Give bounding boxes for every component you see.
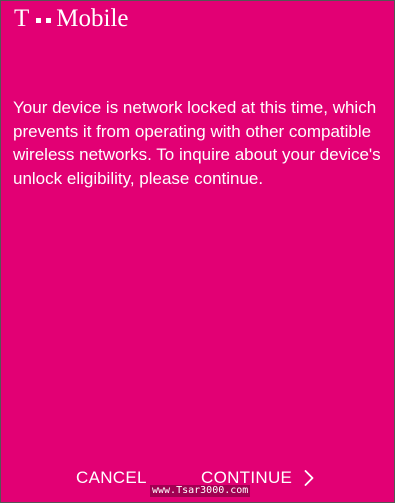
tmobile-logo: T Mobile: [14, 3, 129, 35]
chevron-right-icon: [304, 470, 314, 486]
logo-dot: [46, 17, 52, 23]
watermark: www.Tsar3000.com: [150, 485, 251, 497]
cancel-button-label: CANCEL: [76, 468, 147, 487]
screen: T Mobile Your device is network locked a…: [0, 0, 395, 503]
logo-dot: [36, 17, 42, 23]
logo-letter: T: [14, 5, 30, 32]
logo-wordmark: Mobile: [56, 5, 129, 32]
cancel-button[interactable]: CANCEL: [76, 463, 147, 493]
network-lock-message: Your device is network locked at this ti…: [13, 98, 381, 188]
